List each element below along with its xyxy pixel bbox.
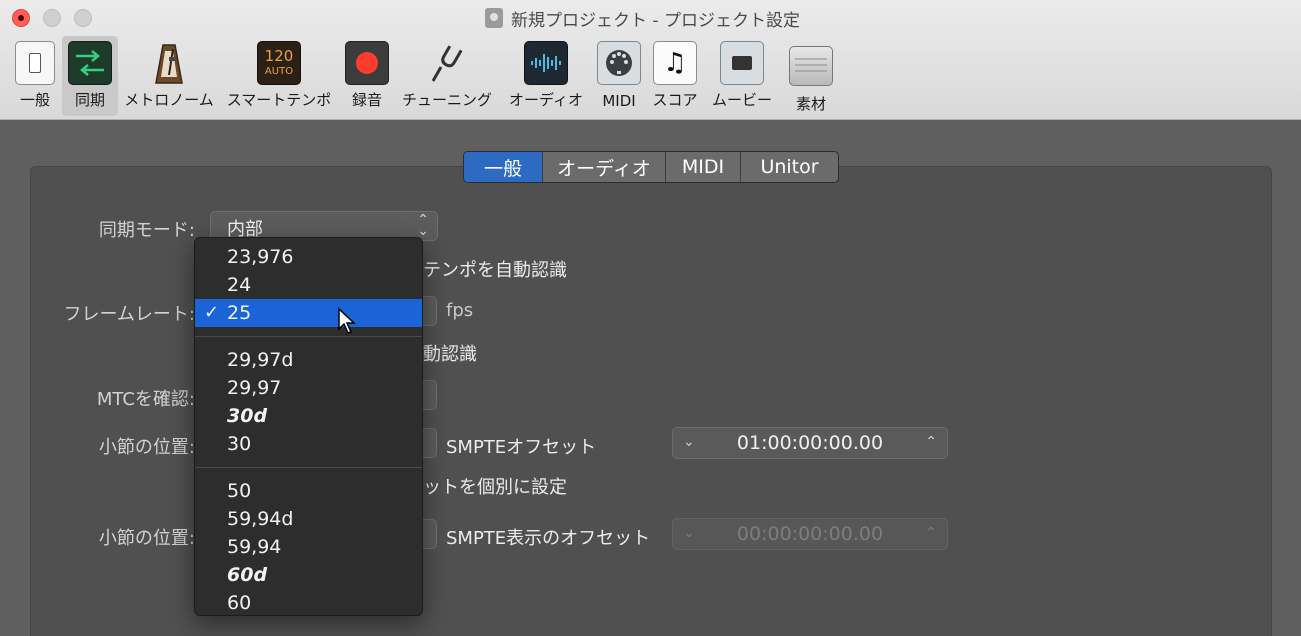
sync-mode-label: 同期モード: (98, 220, 195, 241)
smpte-display-offset-value: 00:00:00:00.00 (736, 523, 884, 545)
menu-item[interactable]: 60 (195, 589, 422, 617)
auto-detect-checkbox-label[interactable]: 動認識 (423, 340, 477, 366)
tab-unitor[interactable]: Unitor (741, 152, 838, 182)
toolbar-metronome[interactable]: メトロノーム (122, 36, 216, 116)
window-title-text: 新規プロジェクト - プロジェクト設定 (511, 10, 800, 31)
music-note-icon: ♫ (653, 41, 697, 85)
menu-item-label: 24 (227, 274, 252, 296)
audio-waveform-icon (524, 41, 568, 85)
menu-item-label: 30 (227, 433, 252, 455)
menu-item[interactable]: 30d (195, 402, 422, 430)
assets-case-icon (789, 46, 833, 86)
frame-rate-label: フレームレート: (63, 304, 195, 325)
movie-camera-icon (720, 41, 764, 85)
bar-position-label-2: 小節の位置: (98, 528, 195, 549)
zoom-window-button[interactable] (74, 9, 92, 27)
smart-tempo-icon: 120 AUTO (257, 41, 301, 85)
general-icon (15, 41, 55, 85)
menu-separator (195, 336, 422, 337)
menu-item[interactable]: 24 (195, 271, 422, 299)
chevron-up-icon[interactable]: ⌃ (925, 434, 937, 450)
tab-midi[interactable]: MIDI (666, 152, 741, 182)
mtc-label: MTCを確認: (96, 389, 195, 410)
auto-tempo-checkbox-label[interactable]: テンポを自動認識 (423, 256, 567, 282)
menu-item[interactable]: 50 (195, 477, 422, 505)
mouse-pointer-icon (338, 307, 356, 334)
toolbar-sync[interactable]: 同期 (62, 36, 118, 116)
metronome-icon (147, 41, 191, 85)
menu-separator (195, 467, 422, 468)
tuning-fork-icon (425, 41, 469, 85)
toolbar-sync-label: 同期 (74, 91, 105, 109)
window-titlebar: 新規プロジェクト - プロジェクト設定 一般 同期 メトロノーム 120 AUT… (0, 0, 1301, 120)
menu-item-label: 25 (227, 302, 252, 324)
tab-audio[interactable]: オーディオ (543, 152, 666, 182)
menu-item-label: 59,94 (227, 536, 282, 558)
midi-port-icon (597, 41, 641, 85)
minimize-window-button[interactable] (43, 9, 61, 27)
smpte-offset-field[interactable]: ⌄ 01:00:00:00.00 ⌃ (672, 427, 948, 459)
toolbar-midi-label: MIDI (602, 92, 636, 110)
toolbar-smart-tempo-label: スマートテンポ (226, 91, 332, 109)
toolbar-general-label: 一般 (19, 91, 50, 109)
menu-item[interactable]: 29,97 (195, 374, 422, 402)
smart-tempo-icon-number: 120 (264, 47, 294, 65)
menu-item[interactable]: 60d (195, 561, 422, 589)
menu-item-label: 50 (227, 480, 252, 502)
menu-item[interactable]: 30 (195, 430, 422, 458)
fps-unit: fps (446, 300, 474, 321)
menu-item-label: 29,97d (227, 349, 294, 371)
menu-item-label: 60d (227, 564, 268, 586)
menu-item[interactable]: 23,976 (195, 243, 422, 271)
toolbar-score[interactable]: ♫ スコア (652, 36, 698, 116)
menu-item[interactable]: 29,97d (195, 346, 422, 374)
record-icon (345, 41, 389, 85)
menu-item[interactable]: 59,94 (195, 533, 422, 561)
smart-tempo-icon-auto: AUTO (264, 66, 294, 77)
sync-icon (68, 41, 112, 85)
toolbar-movie[interactable]: ムービー (708, 36, 776, 116)
toolbar-score-label: スコア (652, 91, 698, 109)
separate-offset-checkbox-label[interactable]: ットを個別に設定 (423, 473, 567, 499)
toolbar-general[interactable]: 一般 (12, 36, 58, 116)
smpte-display-offset-field: ⌄ 00:00:00:00.00 ⌃ (672, 518, 948, 550)
checkmark-icon: ✓ (204, 302, 220, 323)
window-title: 新規プロジェクト - プロジェクト設定 (485, 7, 800, 31)
toolbar-midi[interactable]: MIDI (596, 36, 642, 116)
menu-item-selected[interactable]: ✓ 25 (195, 299, 422, 327)
smpte-display-offset-label: SMPTE表示のオフセット (446, 528, 651, 549)
settings-tabs: 一般 オーディオ MIDI Unitor (463, 151, 839, 183)
bar-position-label: 小節の位置: (98, 437, 195, 458)
smpte-offset-value: 01:00:00:00.00 (736, 432, 884, 454)
toolbar-assets[interactable]: 素材 (786, 36, 836, 116)
toolbar-assets-label: 素材 (795, 95, 826, 113)
toolbar-tuning-label: チューニング (401, 91, 492, 109)
toolbar-tuning[interactable]: チューニング (400, 36, 494, 116)
toolbar-smart-tempo[interactable]: 120 AUTO スマートテンポ (224, 36, 334, 116)
tab-general[interactable]: 一般 (464, 152, 543, 182)
menu-item-label: 23,976 (227, 246, 294, 268)
chevron-up-icon: ⌃ (925, 525, 937, 541)
menu-item-label: 29,97 (227, 377, 282, 399)
toolbar-movie-label: ムービー (711, 91, 772, 109)
toolbar-record[interactable]: 録音 (344, 36, 390, 116)
menu-item[interactable]: 59,94d (195, 505, 422, 533)
smpte-offset-label: SMPTEオフセット (446, 437, 597, 458)
menu-item-label: 30d (227, 405, 268, 427)
toolbar-audio[interactable]: オーディオ (506, 36, 586, 116)
menu-item-label: 60 (227, 592, 252, 614)
document-icon (485, 8, 503, 28)
close-window-button[interactable] (12, 9, 30, 27)
menu-item-label: 59,94d (227, 508, 294, 530)
toolbar-record-label: 録音 (351, 91, 382, 109)
frame-rate-menu: 23,976 24 ✓ 25 29,97d 29,97 30d 30 50 59… (194, 237, 423, 616)
toolbar-metronome-label: メトロノーム (124, 91, 214, 109)
popup-arrows-icon: ⌃ ⌄ (417, 212, 429, 239)
toolbar-audio-label: オーディオ (509, 91, 583, 109)
